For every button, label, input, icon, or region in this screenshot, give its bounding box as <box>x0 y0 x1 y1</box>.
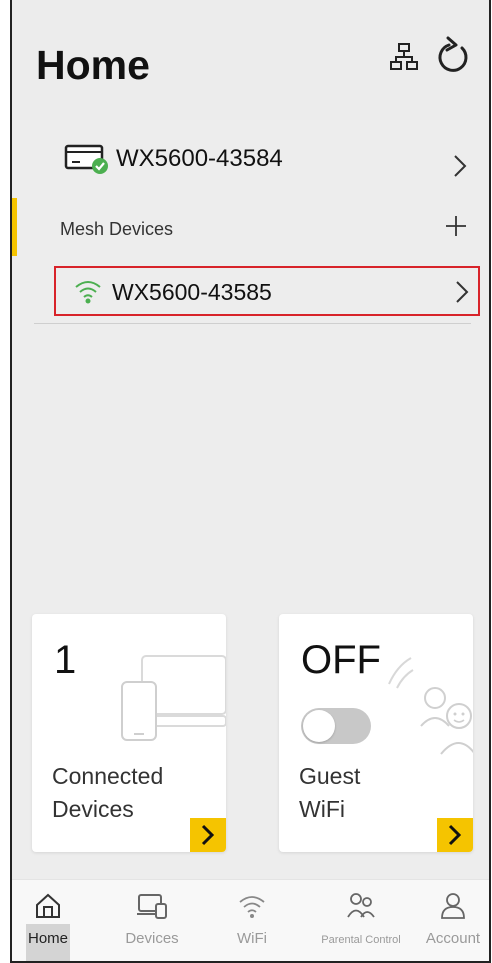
devices-icon <box>137 894 167 919</box>
toggle-knob <box>303 710 335 742</box>
bottom-tab-bar: Home Devices WiFi Parental Control Accou… <box>12 879 489 961</box>
divider <box>34 323 471 324</box>
page-title: Home <box>36 42 150 88</box>
chevron-right-icon[interactable] <box>452 154 468 178</box>
connected-devices-label-line1: Connected <box>52 763 164 789</box>
guest-wifi-status: OFF <box>301 638 381 682</box>
tab-label: WiFi <box>237 930 267 947</box>
router-name: WX5600-43584 <box>116 145 283 172</box>
chevron-right-icon <box>448 824 462 846</box>
tab-devices[interactable]: Devices <box>112 880 192 961</box>
guest-wifi-arrow-button[interactable] <box>437 818 473 852</box>
connected-devices-count: 1 <box>54 638 77 682</box>
tab-label: Parental Control <box>321 934 401 946</box>
tab-parental-control[interactable]: Parental Control <box>310 880 412 961</box>
devices-illustration-icon <box>121 655 226 741</box>
app-screen: Home WX5600-43584 Mesh Devices WX5600-43… <box>10 0 491 963</box>
guest-wifi-card[interactable]: OFF Guest WiFi <box>279 614 473 852</box>
connected-devices-card[interactable]: 1 Connected Devices <box>32 614 226 852</box>
tab-wifi[interactable]: WiFi <box>222 880 282 961</box>
add-mesh-device-icon[interactable] <box>444 214 468 238</box>
refresh-icon[interactable] <box>432 36 474 78</box>
tab-label: Home <box>27 930 68 947</box>
network-topology-icon[interactable] <box>389 42 419 72</box>
connected-devices-label-line2: Devices <box>52 796 134 822</box>
mesh-device-name: WX5600-43585 <box>112 279 272 305</box>
tab-home[interactable]: Home <box>20 880 76 961</box>
guest-wifi-toggle[interactable] <box>301 708 371 744</box>
router-icon <box>64 144 108 174</box>
wifi-signal-icon <box>75 281 101 304</box>
mesh-devices-header: Mesh Devices <box>12 198 489 256</box>
chevron-right-icon <box>201 824 215 846</box>
home-icon <box>36 893 60 918</box>
tab-account[interactable]: Account <box>416 880 489 961</box>
connected-devices-arrow-button[interactable] <box>190 818 226 852</box>
tab-label: Devices <box>125 930 179 947</box>
tab-label: Account <box>425 930 481 947</box>
wifi-icon <box>239 896 265 918</box>
guest-illustration-icon <box>388 657 473 755</box>
chevron-right-icon[interactable] <box>454 280 470 304</box>
mesh-devices-label: Mesh Devices <box>60 219 174 239</box>
mesh-device-item[interactable]: WX5600-43585 <box>54 266 480 316</box>
header: Home <box>12 0 489 120</box>
section-indicator <box>12 198 17 256</box>
parental-control-icon <box>347 893 375 918</box>
router-row[interactable]: WX5600-43584 <box>12 128 489 192</box>
guest-wifi-label-line1: Guest <box>299 763 361 789</box>
account-icon <box>441 893 465 919</box>
guest-wifi-label-line2: WiFi <box>299 796 345 822</box>
